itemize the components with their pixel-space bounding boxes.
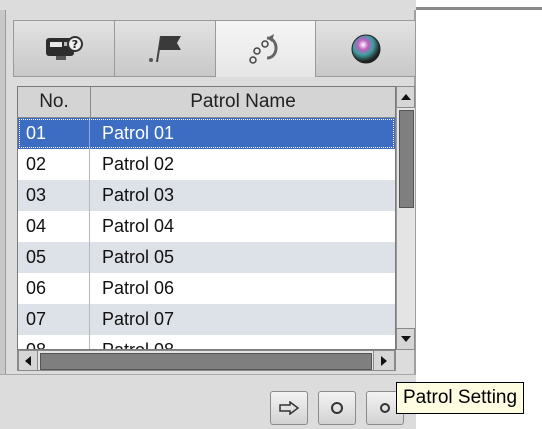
row-number: 01: [18, 118, 90, 149]
triangle-left-icon: [25, 355, 31, 366]
tooltip: Patrol Setting: [396, 382, 525, 414]
vertical-scroll-thumb[interactable]: [399, 110, 414, 208]
tab-image[interactable]: [315, 20, 417, 77]
column-header-no[interactable]: No.: [18, 87, 91, 117]
arrow-right-icon: [279, 401, 300, 415]
horizontal-scrollbar[interactable]: [17, 350, 396, 371]
row-number: 02: [18, 149, 90, 180]
triangle-up-icon: [400, 94, 411, 100]
tab-preset[interactable]: [113, 20, 215, 77]
horizontal-scroll-thumb[interactable]: [40, 353, 372, 370]
triangle-right-icon: [381, 355, 387, 366]
table-row[interactable]: 02 Patrol 02: [18, 149, 395, 180]
row-number: 06: [18, 273, 90, 304]
row-number: 08: [18, 335, 90, 349]
scroll-right-button[interactable]: [373, 350, 395, 371]
table-row[interactable]: 08 Patrol 08: [18, 335, 395, 350]
row-patrol-name: Patrol 06: [102, 278, 175, 298]
vertical-scrollbar[interactable]: [396, 86, 415, 350]
row-number: 07: [18, 304, 90, 335]
tab-bar: ?: [13, 20, 417, 77]
camera-settings-icon: ?: [45, 35, 83, 60]
scroll-down-button[interactable]: [396, 328, 415, 350]
patrol-table: No. Patrol Name 01 Patrol 01 02 Patrol 0…: [17, 86, 396, 350]
call-patrol-button[interactable]: [270, 391, 308, 425]
ptz-panel: ? No. Patrol Name 01 Patrol 01 02 Patrol…: [0, 0, 417, 429]
row-patrol-name: Patrol 02: [102, 154, 175, 174]
row-patrol-name: Patrol 08: [102, 340, 175, 350]
table-row[interactable]: 03 Patrol 03: [18, 180, 395, 211]
panel-left-edge: [0, 10, 6, 428]
patrol-icon: [249, 34, 278, 64]
record-icon: [331, 402, 343, 414]
column-header-patrol-name[interactable]: Patrol Name: [91, 87, 395, 117]
record-patrol-button[interactable]: [318, 391, 356, 425]
row-patrol-name: Patrol 04: [102, 216, 175, 236]
row-patrol-name: Patrol 07: [102, 309, 175, 329]
table-body: 01 Patrol 01 02 Patrol 02 03 Patrol 03 0…: [18, 118, 395, 350]
row-patrol-name: Patrol 05: [102, 247, 175, 267]
scroll-up-button[interactable]: [396, 86, 415, 108]
color-ball-icon: [351, 34, 381, 63]
table-row[interactable]: 07 Patrol 07: [18, 304, 395, 335]
scroll-left-button[interactable]: [18, 350, 38, 371]
flag-icon: [148, 35, 181, 62]
settings-icon: [380, 403, 390, 413]
row-number: 04: [18, 211, 90, 242]
table-row[interactable]: 06 Patrol 06: [18, 273, 395, 304]
svg-text:?: ?: [72, 38, 78, 51]
row-number: 03: [18, 180, 90, 211]
triangle-down-icon: [400, 336, 411, 342]
table-header: No. Patrol Name: [18, 87, 395, 118]
table-row[interactable]: 05 Patrol 05: [18, 242, 395, 273]
tab-camera-settings[interactable]: ?: [13, 20, 114, 77]
row-patrol-name: Patrol 01: [102, 123, 175, 143]
table-row[interactable]: 01 Patrol 01: [18, 118, 395, 149]
row-number: 05: [18, 242, 90, 273]
tab-patrol[interactable]: [214, 20, 316, 77]
table-row[interactable]: 04 Patrol 04: [18, 211, 395, 242]
patrol-toolbar: [0, 374, 416, 429]
row-patrol-name: Patrol 03: [102, 185, 175, 205]
